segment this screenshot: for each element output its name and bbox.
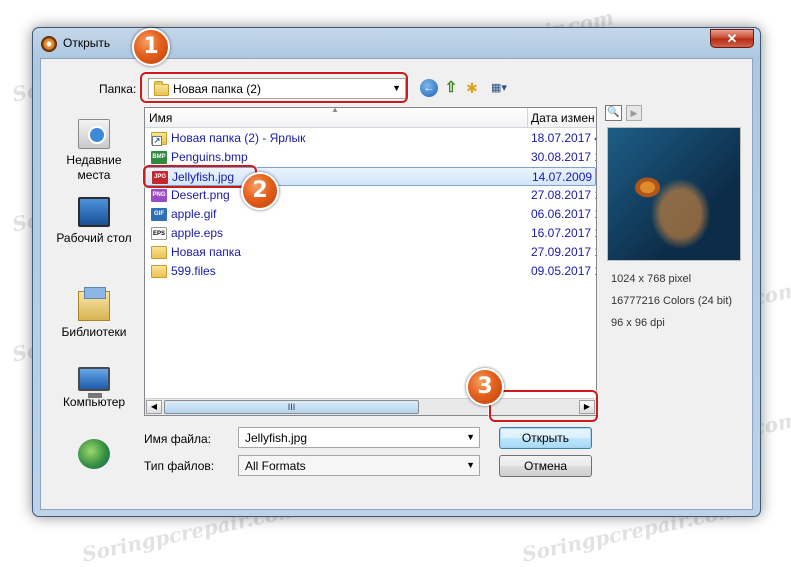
eps-file-icon: EPS bbox=[151, 227, 167, 240]
close-button[interactable]: ✕ bbox=[710, 29, 754, 48]
file-row[interactable]: Новая папка (2) - Ярлык 18.07.2017 4 bbox=[145, 129, 596, 148]
png-file-icon: PNG bbox=[151, 189, 167, 202]
open-button[interactable]: Открыть bbox=[499, 427, 592, 449]
network-icon bbox=[78, 439, 110, 469]
file-date: 30.08.2017 1 bbox=[531, 150, 597, 164]
file-name: apple.gif bbox=[171, 207, 217, 221]
folder-icon bbox=[151, 265, 167, 278]
up-folder-icon[interactable]: ⇧ bbox=[442, 79, 460, 97]
filetype-dropdown[interactable]: All Formats ▼ bbox=[238, 455, 480, 476]
file-list[interactable]: ▲ Имя Дата измен Новая папка (2) - Ярлык… bbox=[144, 107, 597, 416]
preview-colors: 16777216 Colors (24 bit) bbox=[611, 295, 733, 307]
window-title: Открыть bbox=[63, 36, 111, 50]
place-label: Недавние места bbox=[66, 153, 122, 182]
file-name: Новая папка (2) - Ярлык bbox=[171, 131, 306, 145]
cancel-button[interactable]: Отмена bbox=[499, 455, 592, 477]
step-badge-1: 1 bbox=[132, 28, 170, 66]
place-label: Библиотеки bbox=[61, 325, 127, 339]
highlight-folder-dropdown bbox=[140, 72, 408, 103]
file-row[interactable]: PNG Desert.png 27.08.2017 1 bbox=[145, 186, 596, 205]
file-name: Desert.png bbox=[171, 188, 230, 202]
file-date: 14.07.2009 7 bbox=[532, 170, 597, 184]
view-menu-icon[interactable]: ▦▾ bbox=[486, 79, 512, 97]
preview-play-icon[interactable]: ▶ bbox=[626, 105, 642, 121]
places-bar: Недавние места Рабочий стол Библиотеки К… bbox=[49, 107, 139, 469]
file-name: apple.eps bbox=[171, 226, 224, 240]
filetype-value: All Formats bbox=[245, 459, 306, 473]
close-icon: ✕ bbox=[726, 31, 738, 46]
file-name: 599.files bbox=[171, 264, 216, 278]
place-desktop[interactable]: Рабочий стол bbox=[49, 197, 139, 246]
file-list-header: ▲ Имя Дата измен bbox=[145, 108, 596, 128]
file-row[interactable]: GIF apple.gif 06.06.2017 1 bbox=[145, 205, 596, 224]
shortcut-icon bbox=[151, 132, 167, 146]
step-badge-3: 3 bbox=[466, 368, 504, 406]
filename-input[interactable]: Jellyfish.jpg ▼ bbox=[238, 427, 480, 448]
preview-zoom-icon[interactable]: 🔍 bbox=[605, 105, 622, 121]
chevron-down-icon[interactable]: ▼ bbox=[466, 432, 475, 442]
image-preview bbox=[607, 127, 741, 261]
new-folder-icon[interactable]: ✱ bbox=[463, 79, 481, 97]
libraries-icon bbox=[78, 287, 110, 321]
filename-value: Jellyfish.jpg bbox=[245, 431, 308, 445]
scroll-left-icon[interactable]: ◀ bbox=[146, 400, 162, 414]
filetype-label: Тип файлов: bbox=[144, 459, 215, 473]
recent-places-icon bbox=[78, 119, 110, 149]
highlight-selected-file bbox=[143, 165, 257, 188]
chevron-down-icon[interactable]: ▼ bbox=[466, 460, 475, 470]
column-header-name[interactable]: Имя bbox=[149, 111, 172, 125]
computer-icon bbox=[78, 367, 110, 398]
column-separator[interactable] bbox=[527, 108, 528, 128]
place-recent[interactable]: Недавние места bbox=[49, 119, 139, 183]
preview-dimensions: 1024 x 768 pixel bbox=[611, 273, 692, 285]
file-date: 09.05.2017 1 bbox=[531, 264, 597, 278]
file-row[interactable]: EPS apple.eps 16.07.2017 1 bbox=[145, 224, 596, 243]
desktop-icon bbox=[78, 197, 110, 227]
filename-label: Имя файла: bbox=[144, 432, 211, 446]
file-date: 27.08.2017 1 bbox=[531, 188, 597, 202]
file-date: 06.06.2017 1 bbox=[531, 207, 597, 221]
sort-arrow-icon: ▲ bbox=[331, 107, 339, 114]
column-header-date[interactable]: Дата измен bbox=[531, 111, 595, 125]
preview-toolbar: 🔍 ▶ bbox=[605, 105, 645, 123]
file-date: 27.09.2017 1 bbox=[531, 245, 597, 259]
file-name: Новая папка bbox=[171, 245, 241, 259]
place-libraries[interactable]: Библиотеки bbox=[49, 287, 139, 340]
bmp-file-icon: BMP bbox=[151, 151, 167, 164]
gif-file-icon: GIF bbox=[151, 208, 167, 221]
preview-dpi: 96 x 96 dpi bbox=[611, 317, 665, 329]
file-row[interactable]: 599.files 09.05.2017 1 bbox=[145, 262, 596, 281]
step-badge-2: 2 bbox=[241, 172, 279, 210]
place-computer[interactable]: Компьютер bbox=[49, 367, 139, 410]
folder-icon bbox=[151, 246, 167, 259]
back-icon[interactable]: ← bbox=[420, 79, 438, 97]
app-icon bbox=[41, 36, 57, 52]
highlight-open-button bbox=[489, 390, 598, 422]
scroll-thumb[interactable]: III bbox=[164, 400, 419, 414]
place-label: Рабочий стол bbox=[56, 231, 132, 245]
place-network[interactable] bbox=[49, 439, 139, 473]
dialog-client-area: Папка: Новая папка (2) ▼ ← ⇧ ✱ ▦▾ 🔍 ▶ Не… bbox=[40, 58, 753, 510]
folder-label: Папка: bbox=[99, 82, 137, 96]
file-date: 18.07.2017 4 bbox=[531, 131, 597, 145]
file-row[interactable]: Новая папка 27.09.2017 1 bbox=[145, 243, 596, 262]
file-date: 16.07.2017 1 bbox=[531, 226, 597, 240]
file-name: Penguins.bmp bbox=[171, 150, 248, 164]
